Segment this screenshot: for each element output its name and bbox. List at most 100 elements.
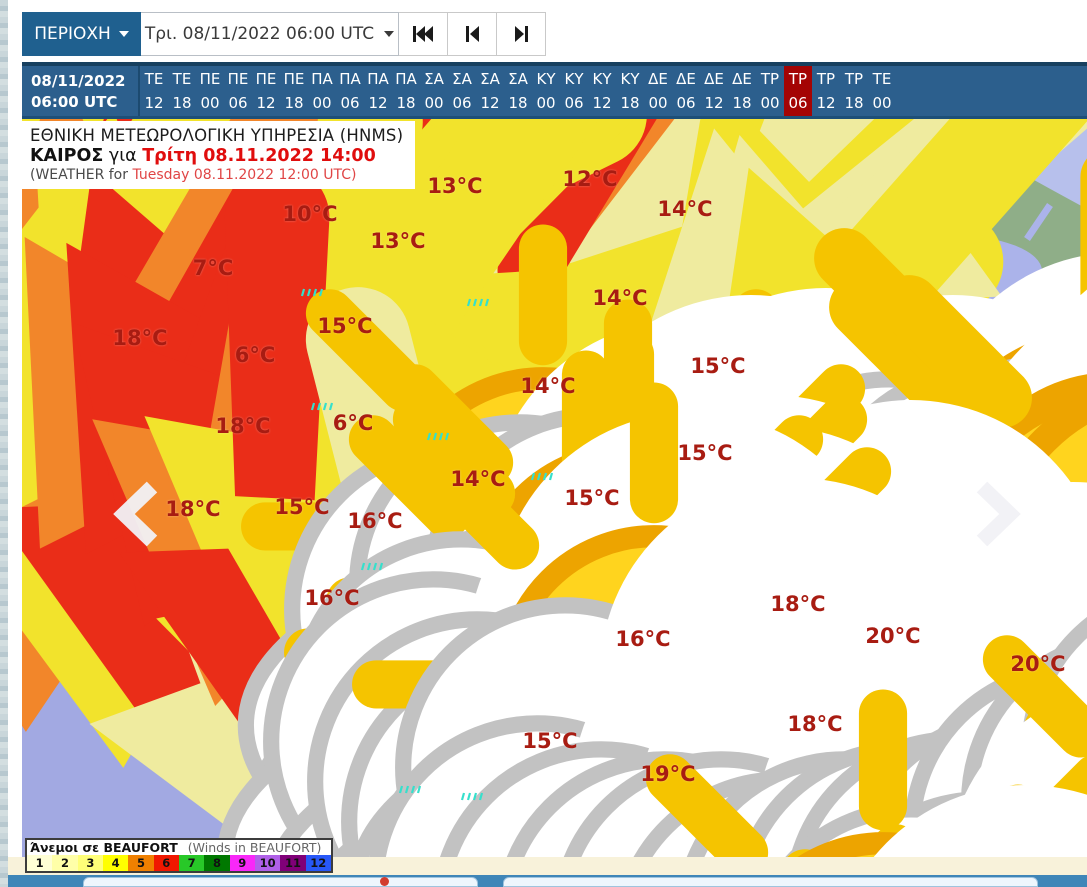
timeline-step-ΤΡ-18[interactable]: ΤΡ 18 [840, 66, 868, 116]
timeline-step-ΣΑ-18[interactable]: ΣΑ 18 [504, 66, 532, 116]
timeline-step-ΤΡ-12[interactable]: ΤΡ 12 [812, 66, 840, 116]
temperature-label: 15°C [274, 495, 330, 519]
region-dropdown-button[interactable]: ΠΕΡΙΟΧΗ [22, 12, 141, 56]
temperature-label: 18°C [165, 497, 221, 521]
timeline-step-ΣΑ-06[interactable]: ΣΑ 06 [448, 66, 476, 116]
temperature-label: 20°C [865, 624, 921, 648]
footer-red-dot [380, 877, 389, 886]
timeline-current-label: 08/11/2022 06:00 UTC [22, 66, 140, 116]
temperature-label: 18°C [770, 592, 826, 616]
legend-cell-4: 4 [102, 855, 129, 871]
legend-cell-3: 3 [77, 855, 103, 871]
temperature-label: 15°C [677, 441, 733, 465]
timeline-step-ΠΑ-00[interactable]: ΠΑ 00 [308, 66, 336, 116]
toolbar: ΠΕΡΙΟΧΗ Τρι. 08/11/2022 06:00 UTC [22, 12, 546, 56]
info-forecast-datetime: Τρίτη 08.11.2022 14:00 [142, 146, 376, 166]
chevron-down-icon [118, 31, 129, 37]
legend-cell-9: 9 [229, 855, 255, 871]
skip-to-start-icon [413, 26, 433, 42]
temperature-label: 20°C [1010, 652, 1066, 676]
legend-cell-10: 10 [254, 855, 281, 871]
timeline-step-ΤΕ-12[interactable]: ΤΕ 12 [140, 66, 168, 116]
timeline-step-ΠΕ-12[interactable]: ΠΕ 12 [252, 66, 280, 116]
timeline-step-ΠΕ-00[interactable]: ΠΕ 00 [196, 66, 224, 116]
legend-cell-6: 6 [153, 855, 179, 871]
temperature-label: 12°C [562, 167, 618, 191]
legend-title-english: (Winds in BEAUFORT) [187, 840, 322, 855]
timeline-step-ΔΕ-00[interactable]: ΔΕ 00 [644, 66, 672, 116]
temperature-label: 6°C [234, 343, 276, 367]
temperature-label: 14°C [450, 467, 506, 491]
timeline-step-ΔΕ-18[interactable]: ΔΕ 18 [728, 66, 756, 116]
temperature-label: 18°C [787, 712, 843, 736]
temperature-label: 18°C [215, 414, 271, 438]
timeline-step-ΤΡ-06[interactable]: ΤΡ 06 [784, 66, 812, 116]
legend-title-greek: Άνεμοι σε BEAUFORT [30, 840, 178, 855]
forecast-info-box: ΕΘΝΙΚΗ ΜΕΤΕΩΡΟΛΟΓΙΚΗ ΥΠΗΡΕΣΙΑ (HNMS) ΚΑΙ… [22, 121, 415, 189]
timeline-step-ΔΕ-12[interactable]: ΔΕ 12 [700, 66, 728, 116]
temperature-label: 16°C [304, 586, 360, 610]
weather-map: HNMS ΕΘΝΙΚΗ ΜΕΤΕΩΡΟΛΟΓΙΚΗ ΥΠΗΡΕΣΙΑ (HNMS… [22, 116, 1087, 857]
timeline-step-ΤΕ-00[interactable]: ΤΕ 00 [868, 66, 896, 116]
next-frame-chevron[interactable] [970, 479, 1026, 549]
timeline-step-ΚΥ-06[interactable]: ΚΥ 06 [560, 66, 588, 116]
timeline-step-ΠΑ-12[interactable]: ΠΑ 12 [364, 66, 392, 116]
timeline-step-ΤΕ-18[interactable]: ΤΕ 18 [168, 66, 196, 116]
timeline-step-ΠΕ-06[interactable]: ΠΕ 06 [224, 66, 252, 116]
info-kairos-label: ΚΑΙΡΟΣ [30, 146, 104, 166]
temperature-label: 7°C [192, 256, 234, 280]
timeline-bar: 08/11/2022 06:00 UTC ΤΕ 12 ΤΕ 18 ΠΕ 00 ΠΕ 06 ΠΕ 1… [22, 62, 1087, 116]
timeline-columns: ΤΕ 12 ΤΕ 18 ΠΕ 00 ΠΕ 06 ΠΕ 12 ΠΕ 18 ΠΑ 00 ΠΑ 06 ΠΑ 12 ΠΑ 18… [140, 66, 896, 116]
temperature-label: 15°C [317, 314, 373, 338]
footer-partial-panel [83, 877, 478, 887]
legend-cell-2: 2 [52, 855, 78, 871]
temperature-label: 18°C [112, 326, 168, 350]
temperature-label: 16°C [347, 509, 403, 533]
step-forward-button[interactable] [497, 12, 546, 56]
temperature-label: 13°C [427, 174, 483, 198]
info-english-datetime: Tuesday 08.11.2022 12:00 UTC) [132, 167, 357, 183]
temperature-label: 15°C [522, 729, 578, 753]
footer-partial-panel [503, 877, 1038, 887]
temperature-label: 15°C [564, 486, 620, 510]
temperature-label: 15°C [690, 354, 746, 378]
region-button-label: ΠΕΡΙΟΧΗ [34, 24, 111, 44]
info-forecast-line: ΚΑΙΡΟΣ για Τρίτη 08.11.2022 14:00 [30, 146, 376, 166]
info-english-line: (WEATHER for Tuesday 08.11.2022 12:00 UT… [30, 167, 357, 183]
info-agency-line: ΕΘΝΙΚΗ ΜΕΤΕΩΡΟΛΟΓΙΚΗ ΥΠΗΡΕΣΙΑ (HNMS) [30, 126, 404, 145]
step-back-button[interactable] [448, 12, 497, 56]
timeline-step-ΚΥ-18[interactable]: ΚΥ 18 [616, 66, 644, 116]
timeline-step-ΠΑ-06[interactable]: ΠΑ 06 [336, 66, 364, 116]
timeline-step-ΠΑ-18[interactable]: ΠΑ 18 [392, 66, 420, 116]
temperature-label: 10°C [282, 202, 338, 226]
legend-cell-11: 11 [280, 855, 306, 871]
temperature-label: 14°C [592, 286, 648, 310]
timeline-step-ΤΡ-00[interactable]: ΤΡ 00 [756, 66, 784, 116]
timeline-step-ΚΥ-12[interactable]: ΚΥ 12 [588, 66, 616, 116]
timeline-step-ΚΥ-00[interactable]: ΚΥ 00 [532, 66, 560, 116]
temperature-label: 6°C [332, 411, 374, 435]
step-forward-icon [514, 26, 528, 42]
previous-frame-chevron[interactable] [108, 479, 164, 549]
legend-cell-7: 7 [178, 855, 205, 871]
beaufort-legend: Άνεμοι σε BEAUFORT (Winds in BEAUFORT) 1… [25, 838, 333, 873]
skip-to-start-button[interactable] [399, 12, 448, 56]
chevron-down-icon [384, 31, 395, 37]
timeline-step-ΔΕ-06[interactable]: ΔΕ 06 [672, 66, 700, 116]
temperature-label: 19°C [640, 762, 696, 786]
temperature-label: 16°C [615, 627, 671, 651]
legend-cell-1: 1 [27, 855, 53, 871]
legend-scale: 1 2 3 4 5 6 7 8 9 10 11 12 [27, 855, 331, 871]
legend-cell-12: 12 [305, 855, 331, 871]
page-edge-texture [0, 0, 8, 887]
datetime-dropdown-label: Τρι. 08/11/2022 06:00 UTC [144, 24, 375, 44]
timeline-step-ΣΑ-12[interactable]: ΣΑ 12 [476, 66, 504, 116]
legend-cell-5: 5 [128, 855, 154, 871]
timeline-step-ΠΕ-18[interactable]: ΠΕ 18 [280, 66, 308, 116]
timeline-current-date: 08/11/2022 [31, 72, 126, 90]
page-footer-bar [8, 875, 1087, 887]
timeline-step-ΣΑ-00[interactable]: ΣΑ 00 [420, 66, 448, 116]
temperature-label: 14°C [520, 374, 576, 398]
datetime-dropdown[interactable]: Τρι. 08/11/2022 06:00 UTC [141, 12, 399, 56]
legend-cell-8: 8 [204, 855, 230, 871]
